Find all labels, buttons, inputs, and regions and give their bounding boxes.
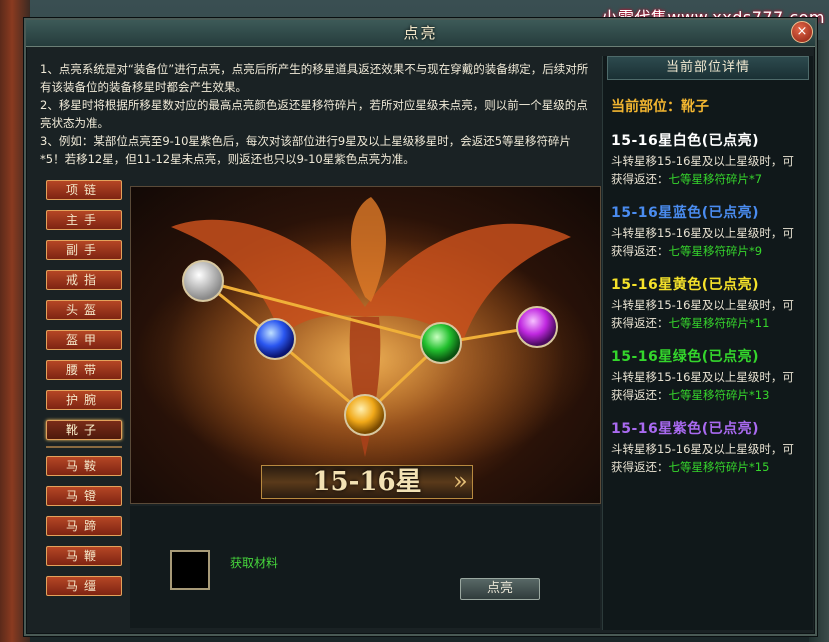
tier-reward: 七等星移符碎片*9 bbox=[668, 244, 763, 258]
green-orb[interactable] bbox=[420, 322, 462, 364]
slot-saddle[interactable]: 马鞍 bbox=[46, 456, 122, 476]
slot-armor[interactable]: 盔甲 bbox=[46, 330, 122, 350]
rules-description: 1、点亮系统是对“装备位”进行点亮，点亮后所产生的移星道具返还效果不与现在穿戴的… bbox=[40, 60, 595, 168]
tier-title: 15-16星白色(已点亮) bbox=[611, 133, 760, 149]
star-range-banner: 15-16星 bbox=[261, 465, 473, 499]
tier-title: 15-16星黄色(已点亮) bbox=[611, 277, 760, 293]
phoenix-illustration bbox=[135, 197, 595, 477]
tier-reward: 七等星移符碎片*15 bbox=[668, 460, 770, 474]
window-title: 点亮 bbox=[403, 24, 438, 42]
tier-green: 15-16星绿色(已点亮) 斗转星移15-16星及以上星级时，可获得返还：七等星… bbox=[611, 346, 805, 404]
slot-bracer[interactable]: 护腕 bbox=[46, 390, 122, 410]
slot-necklace[interactable]: 项链 bbox=[46, 180, 122, 200]
tier-white: 15-16星白色(已点亮) 斗转星移15-16星及以上星级时，可获得返还：七等星… bbox=[611, 130, 805, 188]
material-slot[interactable] bbox=[170, 550, 210, 590]
tier-purple: 15-16星紫色(已点亮) 斗转星移15-16星及以上星级时，可获得返还：七等星… bbox=[611, 418, 805, 476]
slot-divider bbox=[46, 446, 122, 448]
tier-reward: 七等星移符碎片*7 bbox=[668, 172, 763, 186]
window-titlebar: 点亮 bbox=[26, 20, 815, 47]
tier-title: 15-16星紫色(已点亮) bbox=[611, 421, 760, 437]
equipment-slot-list: 项链 主手 副手 戒指 头盔 盔甲 腰带 护腕 靴子 马鞍 马镫 马蹄 马鞭 马… bbox=[46, 180, 128, 606]
detail-panel-header: 当前部位详情 bbox=[607, 56, 809, 80]
slot-whip[interactable]: 马鞭 bbox=[46, 546, 122, 566]
purple-orb[interactable] bbox=[516, 306, 558, 348]
tier-blue: 15-16星蓝色(已点亮) 斗转星移15-16星及以上星级时，可获得返还：七等星… bbox=[611, 202, 805, 260]
tier-desc: 斗转星移15-16星及以上星级时，可获得返还：七等星移符碎片*7 bbox=[611, 154, 794, 186]
slot-boots[interactable]: 靴子 bbox=[46, 420, 122, 440]
tier-yellow: 15-16星黄色(已点亮) 斗转星移15-16星及以上星级时，可获得返还：七等星… bbox=[611, 274, 805, 332]
lighting-window: 点亮 × 1、点亮系统是对“装备位”进行点亮，点亮后所产生的移星道具返还效果不与… bbox=[24, 18, 817, 636]
slot-off-hand[interactable]: 副手 bbox=[46, 240, 122, 260]
tier-title: 15-16星蓝色(已点亮) bbox=[611, 205, 760, 221]
star-range-label: 15-16星 bbox=[312, 467, 422, 497]
next-tier-arrow[interactable]: » bbox=[453, 465, 468, 497]
tier-title: 15-16星绿色(已点亮) bbox=[611, 349, 760, 365]
detail-panel: 当前部位详情 当前部位：靴子 15-16星白色(已点亮) 斗转星移15-16星及… bbox=[602, 56, 813, 630]
rule-2: 2、移星时将根据所移星数对应的最高点亮颜色返还星移符碎片，若所对应星级未点亮，则… bbox=[40, 98, 588, 130]
light-up-button[interactable]: 点亮 bbox=[460, 578, 540, 600]
tier-desc: 斗转星移15-16星及以上星级时，可获得返还：七等星移符碎片*9 bbox=[611, 226, 794, 258]
blue-orb[interactable] bbox=[254, 318, 296, 360]
phoenix-stage: « 15-16星 » bbox=[130, 186, 601, 504]
action-area: 获取材料 点亮 bbox=[130, 506, 600, 628]
slot-stirrup[interactable]: 马镫 bbox=[46, 486, 122, 506]
rule-1: 1、点亮系统是对“装备位”进行点亮，点亮后所产生的移星道具返还效果不与现在穿戴的… bbox=[40, 62, 589, 94]
yellow-orb[interactable] bbox=[344, 394, 386, 436]
get-material-link[interactable]: 获取材料 bbox=[230, 554, 278, 571]
current-slot-label: 当前部位：靴子 bbox=[611, 99, 709, 115]
slot-ring[interactable]: 戒指 bbox=[46, 270, 122, 290]
slot-reins[interactable]: 马缰 bbox=[46, 576, 122, 596]
slot-belt[interactable]: 腰带 bbox=[46, 360, 122, 380]
tier-desc: 斗转星移15-16星及以上星级时，可获得返还：七等星移符碎片*11 bbox=[611, 298, 794, 330]
white-orb[interactable] bbox=[182, 260, 224, 302]
tier-reward: 七等星移符碎片*11 bbox=[668, 316, 770, 330]
close-button[interactable]: × bbox=[791, 21, 813, 43]
slot-helmet[interactable]: 头盔 bbox=[46, 300, 122, 320]
tier-desc: 斗转星移15-16星及以上星级时，可获得返还：七等星移符碎片*13 bbox=[611, 370, 794, 402]
rule-3: 3、例如：某部位点亮至9-10星紫色后，每次对该部位进行9星及以上星级移星时，会… bbox=[40, 134, 572, 166]
slot-main-hand[interactable]: 主手 bbox=[46, 210, 122, 230]
tier-desc: 斗转星移15-16星及以上星级时，可获得返还：七等星移符碎片*15 bbox=[611, 442, 794, 474]
slot-horseshoe[interactable]: 马蹄 bbox=[46, 516, 122, 536]
tier-reward: 七等星移符碎片*13 bbox=[668, 388, 770, 402]
